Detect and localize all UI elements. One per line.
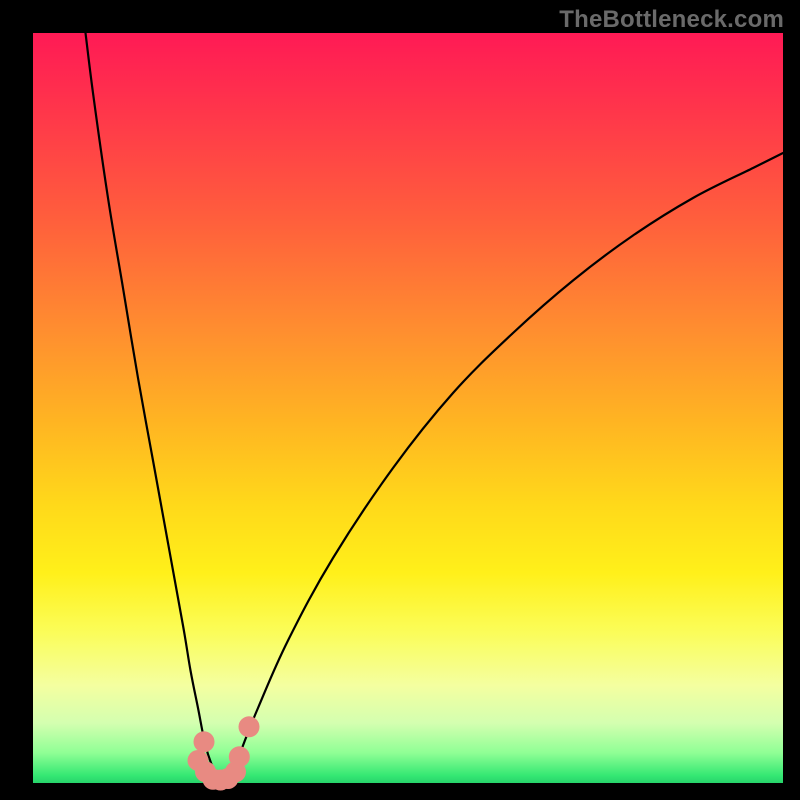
chart-svg [33, 33, 783, 783]
chart-frame: TheBottleneck.com [0, 0, 800, 800]
marker-dot [239, 716, 260, 737]
marker-cluster [188, 716, 260, 790]
watermark-text: TheBottleneck.com [559, 6, 784, 34]
bottleneck-curve [86, 33, 784, 785]
marker-dot [229, 746, 250, 767]
marker-dot [194, 731, 215, 752]
